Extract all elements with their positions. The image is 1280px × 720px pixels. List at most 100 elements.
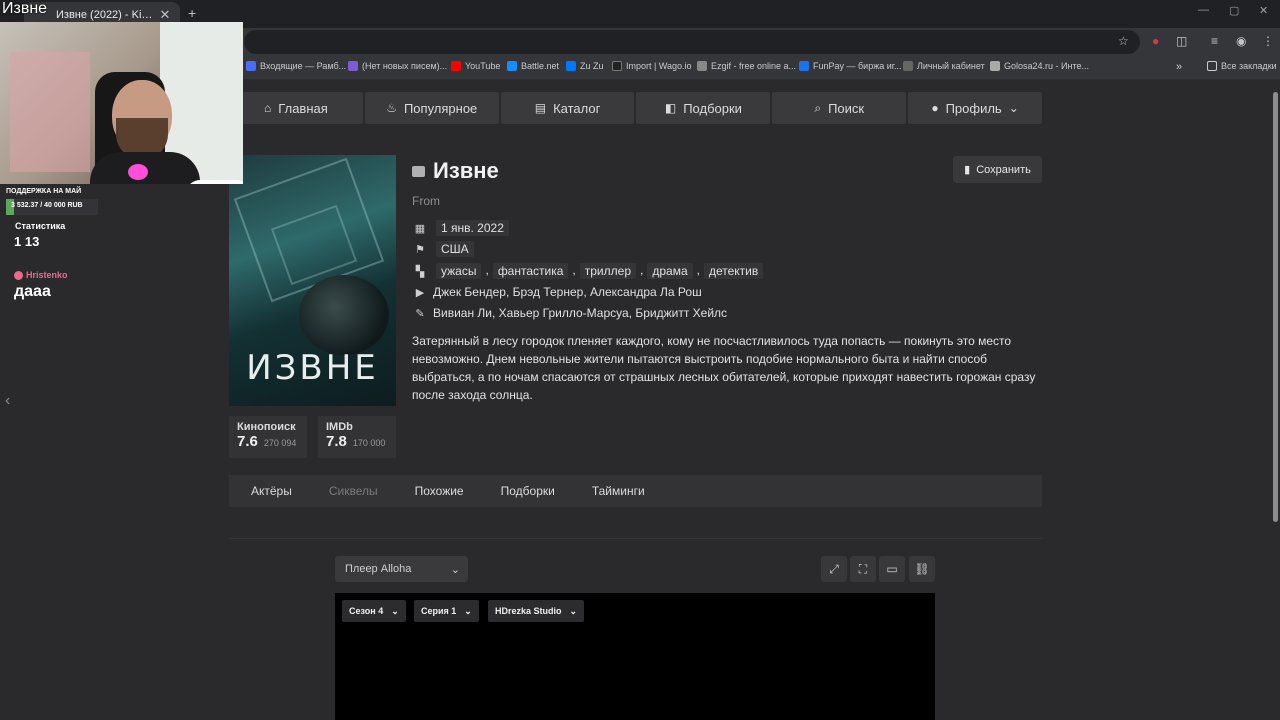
expand-icon[interactable]: ⤢	[821, 556, 847, 582]
tv-icon	[412, 165, 425, 177]
comment-icon[interactable]: ▭	[879, 556, 905, 582]
stats-values: 1 13	[14, 234, 40, 249]
bookmark-item[interactable]: Входящие — Рамб...	[246, 61, 346, 71]
maximize-icon[interactable]: ▢	[1229, 4, 1239, 17]
movie-tabs: Актёры Сиквелы Похожие Подборки Тайминги	[229, 475, 1042, 507]
genre-chip[interactable]: драма	[647, 263, 693, 279]
genre-chip[interactable]: ужасы	[436, 263, 482, 279]
nav-home[interactable]: ⌂ Главная	[229, 92, 363, 124]
minimize-icon[interactable]: —	[1198, 4, 1209, 16]
bookmark-star-icon[interactable]: ☆	[1118, 34, 1129, 48]
rating-count: 270 094	[263, 438, 297, 448]
bookmark-item[interactable]: Zu Zu	[566, 61, 604, 71]
collections-icon: ◧	[664, 101, 677, 115]
nav-catalog[interactable]: ▤ Каталог	[500, 92, 635, 124]
divider	[229, 538, 1042, 539]
bookmark-item[interactable]: Import | Wago.io	[612, 61, 692, 71]
catalog-icon: ▤	[534, 101, 547, 115]
season-select[interactable]: Сезон 4 ⌄	[342, 600, 406, 622]
original-title: From	[412, 194, 440, 208]
rating-value: 7.8	[326, 433, 347, 450]
scrollbar-thumb[interactable]	[1273, 92, 1278, 522]
more-bookmarks-icon[interactable]: »	[1176, 61, 1182, 73]
webcam-overlay: •ᴥ•	[0, 22, 243, 184]
bookmark-item[interactable]: Golosa24.ru - Инте...	[990, 61, 1089, 71]
mail-icon	[348, 61, 358, 71]
folder-icon	[1207, 61, 1217, 71]
close-window-icon[interactable]: ✕	[1259, 4, 1268, 17]
new-tab-button[interactable]: +	[188, 5, 196, 21]
extension-icon[interactable]: ●	[1152, 34, 1159, 48]
tab-sequels: Сиквелы	[328, 484, 378, 498]
all-bookmarks[interactable]: Все закладки	[1207, 61, 1277, 71]
chevron-down-icon: ⌄	[391, 605, 399, 616]
donation-amount: 3 532.37 / 40 000 RUB	[11, 202, 83, 209]
user-icon: ●	[931, 101, 939, 115]
chevron-left-icon[interactable]: ‹	[5, 392, 10, 410]
menu-icon[interactable]: ⋮	[1262, 34, 1274, 48]
fullscreen-icon[interactable]: ⛶	[850, 556, 876, 582]
battlenet-icon	[507, 61, 517, 71]
rating-kinopoisk: Кинопоиск 7.6 270 094	[229, 416, 307, 458]
scrollbar[interactable]	[1270, 80, 1280, 720]
rating-value: 7.6	[237, 433, 258, 450]
chevron-down-icon: ⌄	[450, 563, 460, 576]
movie-title: Извне	[412, 158, 499, 184]
donation-progress: 3 532.37 / 40 000 RUB	[6, 199, 98, 215]
wago-icon	[612, 61, 622, 71]
bookmark-item[interactable]: Ezgif - free online a...	[697, 61, 796, 71]
camera-icon: ▶	[415, 286, 425, 299]
save-button[interactable]: ▮ Сохранить	[953, 156, 1042, 183]
extensions-puzzle-icon[interactable]: ◫	[1176, 34, 1187, 48]
nav-search[interactable]: ⌕ Поиск	[772, 92, 907, 124]
genre-chip[interactable]: фантастика	[492, 263, 569, 279]
youtube-icon	[451, 61, 461, 71]
fire-icon: ♨	[386, 101, 397, 115]
rating-count: 170 000	[352, 438, 386, 448]
bookmark-item[interactable]: FunPay — биржа иг...	[799, 61, 901, 71]
stream-title: Извне	[2, 0, 48, 17]
voice-select[interactable]: HDrezka Studio ⌄	[488, 600, 585, 622]
video-player[interactable]: Сезон 4 ⌄ Серия 1 ⌄ HDrezka Studio ⌄	[335, 593, 935, 720]
vk-icon	[566, 61, 576, 71]
page-icon	[903, 61, 913, 71]
calendar-icon: ▦	[414, 222, 426, 235]
episode-select[interactable]: Серия 1 ⌄	[414, 600, 479, 622]
funpay-icon	[799, 61, 809, 71]
country: ⚑ США	[413, 241, 474, 257]
main-nav: ⌂ Главная ♨ Популярное ▤ Каталог ◧ Подборки …	[229, 92, 1042, 124]
genre-chip[interactable]: триллер	[579, 263, 636, 279]
tab-timings[interactable]: Тайминги	[592, 484, 645, 498]
poster-title: ИЗВНЕ	[246, 348, 379, 388]
chevron-down-icon: ⌄	[464, 605, 472, 616]
ezgif-icon	[697, 61, 707, 71]
microphone-icon	[128, 164, 148, 180]
genre-chip[interactable]: детектив	[703, 263, 764, 279]
chevron-down-icon: ⌄	[1008, 101, 1019, 115]
page-icon	[990, 61, 1000, 71]
chat-message: дааа	[14, 283, 51, 300]
chat-username: Hristenko	[14, 270, 68, 280]
bookmark-item[interactable]: YouTube	[451, 61, 500, 71]
link-icon[interactable]: ⛓	[909, 556, 935, 582]
home-icon: ⌂	[264, 101, 272, 115]
tab-collections[interactable]: Подборки	[501, 484, 555, 498]
bookmark-icon: ▮	[964, 164, 971, 176]
chevron-down-icon: ⌄	[569, 605, 578, 616]
nav-collections[interactable]: ◧ Подборки	[636, 92, 771, 124]
tab-actors[interactable]: Актёры	[251, 484, 292, 498]
player-select[interactable]: Плеер Alloha ⌄	[335, 556, 468, 582]
bookmark-item[interactable]: Личный кабинет	[903, 61, 985, 71]
bookmark-item[interactable]: (Нет новых писем)...	[348, 61, 447, 71]
tab-title: Извне (2022) - Kinobox.in	[56, 9, 158, 21]
address-bar[interactable]	[244, 30, 1140, 54]
nav-profile[interactable]: ● Профиль ⌄	[908, 92, 1042, 124]
tab-similar[interactable]: Похожие	[415, 484, 464, 498]
bookmark-item[interactable]: Battle.net	[507, 61, 559, 71]
profile-icon[interactable]: ◉	[1236, 34, 1246, 48]
stats-title: Статистика	[15, 221, 66, 231]
nav-popular[interactable]: ♨ Популярное	[364, 92, 499, 124]
user-badge-icon	[14, 270, 23, 280]
media-icon[interactable]: ≡	[1211, 34, 1218, 48]
close-tab-icon[interactable]: ✕	[158, 7, 172, 23]
